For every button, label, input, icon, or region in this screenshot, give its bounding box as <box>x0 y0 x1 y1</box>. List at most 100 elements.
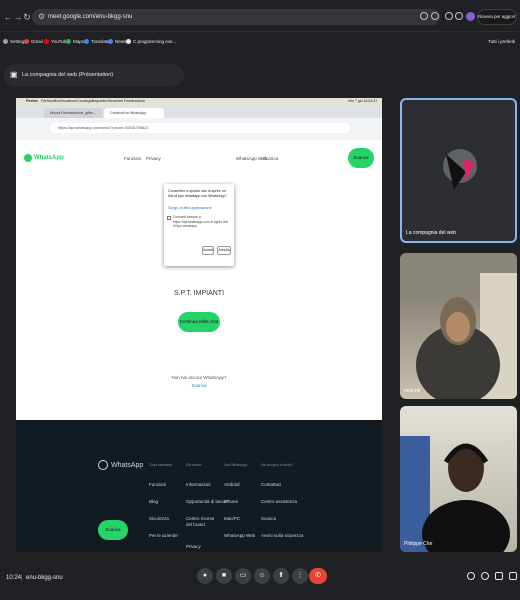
info-icon[interactable] <box>467 572 475 580</box>
address-bar[interactable]: ⚙ meet.google.com/enu-bkgg-snu <box>32 9 440 25</box>
menu-item: Firefox <box>26 99 38 103</box>
bookmark-star-icon[interactable] <box>431 12 439 20</box>
present-screen-icon[interactable]: ⬆ <box>273 568 289 584</box>
footer-link: iPhone <box>224 499 239 504</box>
download-icon[interactable] <box>455 12 463 20</box>
dialog-choose-link: Scegli un'altra applicazione <box>168 206 212 210</box>
bookmarks-bar: Settings Gmail YouTube Maps Translate Ne… <box>0 34 520 50</box>
meet-control-bar: 10:24 | enu-bkgg-snu ● ■ ▭ ☺ ⬆ ⋮ ✆ <box>0 562 520 600</box>
chat-icon[interactable] <box>495 572 503 580</box>
bookmark-item[interactable]: Gmail <box>24 38 43 46</box>
bookmark-item[interactable]: YouTube <box>44 38 69 46</box>
whatsapp-icon <box>24 154 32 162</box>
settings-icon <box>3 39 8 45</box>
footer-link: WhatsApp Web <box>224 533 256 538</box>
footer-brand: WhatsApp <box>111 462 144 469</box>
menu-item: Aiuto <box>137 99 145 103</box>
footer-link: Android <box>224 482 240 487</box>
extensions-icon[interactable] <box>445 12 453 20</box>
participant-name: Philippe Che <box>404 541 433 547</box>
wa-nav-download: Scarica <box>263 156 279 161</box>
footer-link: Mac/PC <box>224 516 241 521</box>
all-bookmarks[interactable]: Tutti i preferiti <box>488 38 515 46</box>
menu-item: Visualizza <box>60 99 76 103</box>
menu-item: File <box>41 99 47 103</box>
bookmark-item[interactable]: News <box>108 38 126 46</box>
back-icon[interactable]: ← <box>3 12 13 22</box>
camera-icon[interactable]: ■ <box>216 568 232 584</box>
profile-avatar[interactable] <box>466 12 475 21</box>
no-app-text: Non hai ancora WhatsApp? <box>171 375 227 380</box>
footer-download-button: Scarica <box>98 520 128 540</box>
footer-link: Funzioni <box>149 482 167 487</box>
menu-item: Cronologia <box>76 99 93 103</box>
gmail-icon <box>24 39 29 45</box>
more-options-icon[interactable]: ⋮ <box>292 568 308 584</box>
open-app-dialog: Consentire a questo sito di aprire un li… <box>164 184 234 266</box>
menu-item: Modifica <box>47 99 61 103</box>
captions-icon[interactable]: ▭ <box>235 568 251 584</box>
mac-menu-bar: Firefox File Modifica Visualizza Cronolo… <box>16 98 382 105</box>
footer-link: Privacy <box>186 544 201 549</box>
footer-link: Avvisi sulla sicurezza <box>261 533 304 538</box>
youtube-icon <box>44 39 49 45</box>
wa-nav-privacy: Privacy <box>146 156 161 161</box>
menu-item: Segnalibri <box>92 99 108 103</box>
footer-column-head: Chi siamo <box>186 463 202 467</box>
whatsapp-footer-icon <box>98 460 108 470</box>
participant-name: nesrine <box>404 388 421 394</box>
mac-clock: Ven 7 giu 16:24:37 <box>348 99 378 103</box>
download-link: Scarica <box>191 383 207 388</box>
participant-video <box>400 436 510 552</box>
footer-link: Informazioni <box>186 482 211 487</box>
meeting-clock: 10:24 <box>6 575 22 581</box>
update-button[interactable]: Riavvia per aggiornare <box>477 9 517 25</box>
dialog-question: Consentire a questo sito di aprire un li… <box>168 189 227 198</box>
activities-icon[interactable] <box>509 572 517 580</box>
bookmark-item[interactable]: C programming exe... <box>126 38 176 46</box>
inner-url-text: https://api.whatsapp.com/send/?phone=393… <box>50 123 350 133</box>
footer-link: Contattaci <box>261 482 282 487</box>
whatsapp-logo: WhatsApp <box>24 153 64 163</box>
wa-nav-features: Funzioni <box>124 156 142 161</box>
participant-tile-philippe[interactable]: Philippe Che <box>400 406 517 552</box>
footer-link: Scarica <box>261 516 277 521</box>
translate-icon <box>84 39 89 45</box>
mic-icon[interactable]: ● <box>197 568 213 584</box>
footer-link: Opportunità di lavoro <box>186 499 228 504</box>
participant-video <box>400 253 517 399</box>
footer-link: Blog <box>149 499 159 504</box>
menu-item: Finestra <box>124 99 137 103</box>
inner-tab: Nuova Formattazione_gfibe... <box>44 108 102 118</box>
inner-tab-active: Condividi su WhatsApp <box>104 108 164 118</box>
meeting-code: enu-bkgg-snu <box>26 575 63 581</box>
footer-link: Sicurezza <box>149 516 169 521</box>
whatsapp-footer: WhatsApp Scarica Cosa facciamo Funzioni … <box>16 420 382 552</box>
emoji-icon[interactable]: ☺ <box>254 568 270 584</box>
people-icon[interactable] <box>481 572 489 580</box>
menu-item: Strumenti <box>108 99 123 103</box>
participant-tile-nesrine[interactable]: nesrine <box>400 253 517 399</box>
dialog-checkbox <box>167 216 171 220</box>
footer-link: Per le aziende <box>149 533 178 538</box>
site-info-icon[interactable]: ⚙ <box>38 12 46 21</box>
inner-address-bar: https://api.whatsapp.com/send/?phone=393… <box>16 118 382 140</box>
install-icon[interactable] <box>420 12 428 20</box>
presentation-title: La compagnia del web (Présentation) <box>22 72 114 78</box>
shared-screen: Firefox File Modifica Visualizza Cronolo… <box>16 98 382 552</box>
participant-tile-presenter[interactable]: La compagnia del web <box>400 98 517 243</box>
reload-icon[interactable]: ↻ <box>22 12 32 22</box>
bookmark-item[interactable]: Settings <box>3 38 26 46</box>
bookmark-item[interactable]: Maps <box>66 38 84 46</box>
browser-toolbar: ← → ↻ ⚙ meet.google.com/enu-bkgg-snu Ria… <box>0 0 520 32</box>
dialog-open-button: Accedi <box>202 246 214 255</box>
leave-call-button[interactable]: ✆ <box>309 568 327 584</box>
presenter-logo-icon <box>443 149 477 190</box>
address-text: meet.google.com/enu-bkgg-snu <box>48 14 133 20</box>
dialog-cancel-button: Annulla <box>217 246 231 255</box>
participant-name: La compagnia del web <box>406 230 457 236</box>
footer-column-head: Cosa facciamo <box>149 463 173 467</box>
bookmark-item[interactable]: Translate <box>84 38 110 46</box>
continue-chat-button: Continua nella chat <box>178 312 220 332</box>
maps-icon <box>66 39 71 45</box>
